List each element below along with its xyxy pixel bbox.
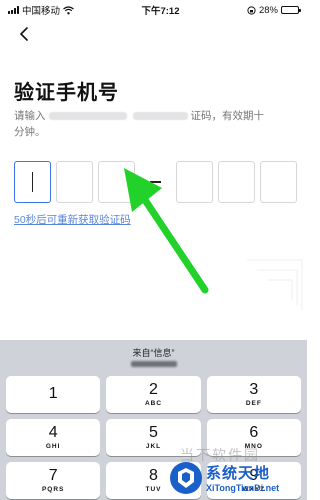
status-bar: 中国移动 下午7:12 28% bbox=[0, 0, 307, 20]
suggestion-source: 来自“信息” bbox=[132, 348, 175, 358]
code-separator bbox=[150, 181, 161, 183]
key-letters: JKL bbox=[145, 443, 162, 450]
key-2[interactable]: 2 ABC bbox=[106, 376, 201, 413]
key-letters: TUV bbox=[145, 486, 162, 493]
key-7[interactable]: 7 PQRS bbox=[6, 462, 101, 499]
redacted-phone-number-rest bbox=[132, 112, 188, 121]
status-right: 28% bbox=[247, 4, 301, 16]
code-digit-1[interactable] bbox=[14, 161, 51, 203]
key-4[interactable]: 4 GHI bbox=[6, 419, 101, 456]
brand-url: XiTongTianDi.net bbox=[206, 483, 280, 493]
carrier-label: 中国移动 bbox=[22, 6, 61, 17]
key-digit: 6 bbox=[249, 424, 259, 441]
watermark-brand: 系统天地 XiTongTianDi.net bbox=[168, 455, 307, 500]
code-digit-3[interactable] bbox=[98, 161, 135, 203]
background-pattern bbox=[247, 259, 303, 310]
rotation-lock-icon bbox=[247, 5, 256, 15]
status-time: 下午7:12 bbox=[141, 6, 180, 17]
key-digit: 7 bbox=[48, 467, 58, 484]
code-digit-6[interactable] bbox=[260, 161, 297, 203]
key-digit: 1 bbox=[48, 384, 58, 402]
chevron-left-icon bbox=[19, 27, 28, 41]
key-letters: GHI bbox=[45, 443, 61, 450]
battery-percent: 28% bbox=[258, 4, 278, 16]
key-digit: 5 bbox=[149, 424, 158, 441]
battery-icon bbox=[280, 6, 301, 14]
redacted-suggested-code bbox=[130, 361, 177, 367]
text-cursor bbox=[31, 172, 34, 192]
keyboard-suggestion-bar[interactable]: 来自“信息” bbox=[0, 340, 307, 373]
description-mid: 证码，有效期十 bbox=[190, 110, 265, 122]
code-digit-5[interactable] bbox=[218, 161, 255, 203]
back-button[interactable] bbox=[14, 24, 34, 44]
status-left: 中国移动 bbox=[8, 3, 74, 17]
key-letters: PQRS bbox=[41, 486, 65, 493]
keyboard-row: 1 2 ABC 3 DEF bbox=[6, 376, 301, 413]
code-digit-4[interactable] bbox=[176, 161, 213, 203]
key-digit: 8 bbox=[149, 467, 158, 484]
redacted-phone-number bbox=[48, 112, 127, 121]
key-digit: 4 bbox=[48, 424, 58, 441]
description-end: 分钟。 bbox=[14, 126, 46, 138]
code-digit-2[interactable] bbox=[56, 161, 93, 203]
key-digit: 3 bbox=[249, 381, 259, 398]
wifi-icon bbox=[63, 5, 74, 14]
resend-code-link[interactable]: 50秒后可重新获取验证码 bbox=[14, 212, 131, 227]
key-letters: ABC bbox=[144, 400, 163, 407]
page-title: 验证手机号 bbox=[14, 82, 119, 104]
verification-code-inputs bbox=[14, 161, 297, 203]
signal-icon bbox=[8, 6, 19, 14]
key-letters: DEF bbox=[245, 400, 262, 407]
key-digit: 2 bbox=[149, 381, 158, 398]
brand-name: 系统天地 bbox=[206, 465, 271, 482]
key-3[interactable]: 3 DEF bbox=[206, 376, 301, 413]
brand-logo-icon bbox=[170, 461, 202, 494]
description-start: 请输入 bbox=[14, 110, 46, 122]
page-description: 请输入 证码，有效期十 分钟。 bbox=[14, 108, 299, 140]
key-1[interactable]: 1 bbox=[6, 376, 101, 413]
